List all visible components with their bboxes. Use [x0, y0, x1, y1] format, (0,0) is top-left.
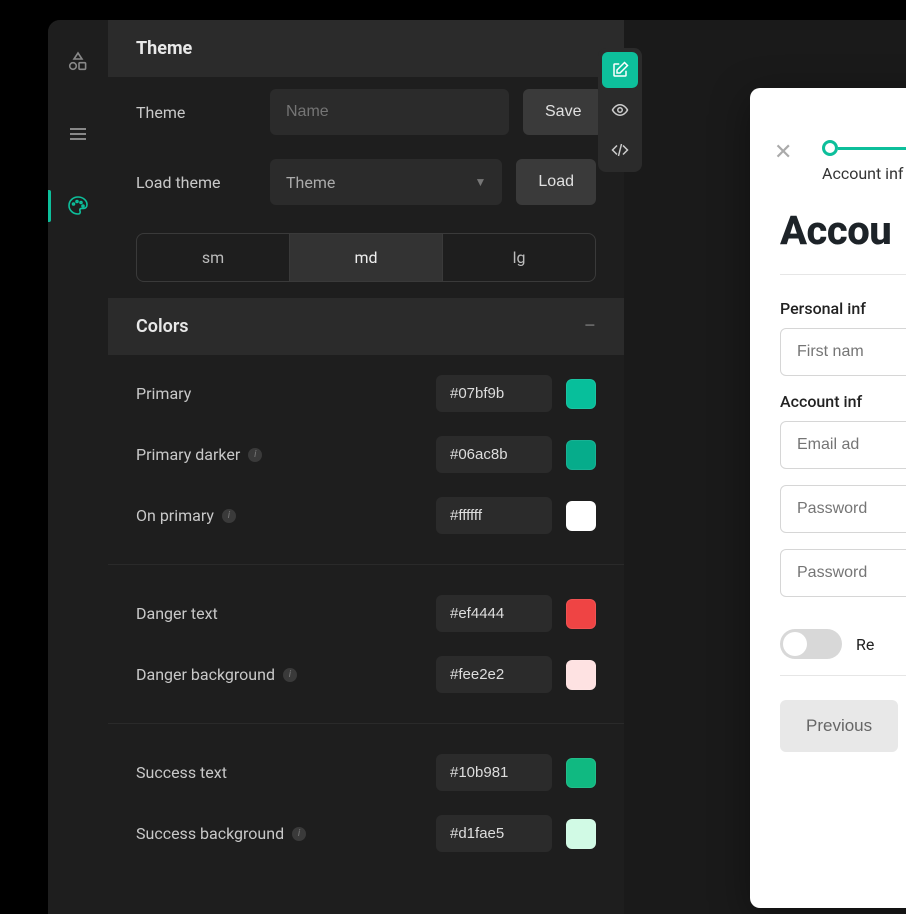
nav-rail: [48, 20, 108, 914]
stepper-label: Account inf: [822, 164, 906, 183]
color-label: On primaryi: [136, 506, 422, 525]
load-theme-row: Load theme Theme ▼ Load: [108, 147, 624, 217]
color-row: On primaryi: [108, 485, 624, 546]
password-confirm-input[interactable]: [780, 549, 906, 597]
stepper-line: [838, 147, 906, 150]
preview-card: ✕ Account inf Accou Personal inf Account…: [750, 88, 906, 908]
color-label: Success text: [136, 763, 422, 782]
color-hex-input[interactable]: [436, 436, 552, 473]
color-hex-input[interactable]: [436, 497, 552, 534]
color-row: Primary: [108, 363, 624, 424]
previous-button[interactable]: Previous: [780, 700, 898, 752]
eye-icon: [611, 101, 629, 119]
size-lg[interactable]: lg: [442, 234, 595, 281]
color-swatch[interactable]: [566, 819, 596, 849]
color-row: Success text: [108, 742, 624, 803]
nav-theme[interactable]: [48, 184, 108, 228]
info-icon[interactable]: i: [222, 509, 236, 523]
color-hex-input[interactable]: [436, 656, 552, 693]
info-icon[interactable]: i: [283, 668, 297, 682]
email-input[interactable]: [780, 421, 906, 469]
color-label: Danger backgroundi: [136, 665, 422, 684]
view-toolbar: [598, 48, 642, 172]
theme-name-input[interactable]: [270, 89, 509, 135]
color-group-divider: [108, 723, 624, 724]
color-swatch[interactable]: [566, 758, 596, 788]
remember-toggle[interactable]: [780, 629, 842, 659]
stepper: [822, 140, 906, 156]
theme-panel: Theme Theme Save Load theme Theme ▼ Load…: [108, 20, 624, 914]
first-name-input[interactable]: [780, 328, 906, 376]
color-swatch[interactable]: [566, 660, 596, 690]
palette-icon: [66, 194, 90, 218]
load-theme-select[interactable]: Theme ▼: [270, 159, 502, 205]
color-row: Danger text: [108, 583, 624, 644]
color-swatch[interactable]: [566, 379, 596, 409]
code-icon: [611, 141, 629, 159]
color-row: Danger backgroundi: [108, 644, 624, 705]
size-sm[interactable]: sm: [137, 234, 289, 281]
load-theme-placeholder: Theme: [286, 173, 335, 192]
color-row: Success backgroundi: [108, 803, 624, 864]
preview-heading: Accou: [780, 207, 906, 254]
color-row: Primary darkeri: [108, 424, 624, 485]
panel-title: Theme: [108, 20, 624, 77]
load-theme-label: Load theme: [136, 173, 256, 192]
password-input[interactable]: [780, 485, 906, 533]
minus-icon: −: [583, 314, 596, 339]
size-segment: sm md lg: [136, 233, 596, 282]
info-icon[interactable]: i: [292, 827, 306, 841]
menu-icon: [66, 122, 90, 146]
load-button[interactable]: Load: [516, 159, 596, 205]
account-section-label: Account inf: [780, 392, 906, 411]
theme-name-row: Theme Save: [108, 77, 624, 147]
color-label: Success backgroundi: [136, 824, 422, 843]
size-md[interactable]: md: [289, 234, 442, 281]
edit-mode-button[interactable]: [602, 52, 638, 88]
remember-label: Re: [856, 635, 874, 654]
preview-divider-2: [780, 675, 906, 676]
nav-shapes[interactable]: [48, 40, 108, 84]
color-hex-input[interactable]: [436, 754, 552, 791]
color-label: Danger text: [136, 604, 422, 623]
personal-section-label: Personal inf: [780, 299, 906, 318]
theme-name-label: Theme: [136, 103, 256, 122]
close-icon[interactable]: ✕: [774, 140, 792, 165]
color-swatch[interactable]: [566, 440, 596, 470]
preview-divider: [780, 274, 906, 275]
color-label: Primary darkeri: [136, 445, 422, 464]
color-hex-input[interactable]: [436, 815, 552, 852]
edit-icon: [611, 61, 629, 79]
save-button[interactable]: Save: [523, 89, 603, 135]
nav-menu[interactable]: [48, 112, 108, 156]
color-group-divider: [108, 564, 624, 565]
info-icon[interactable]: i: [248, 448, 262, 462]
preview-mode-button[interactable]: [602, 92, 638, 128]
color-hex-input[interactable]: [436, 375, 552, 412]
color-label: Primary: [136, 384, 422, 403]
colors-section-title: Colors: [136, 316, 189, 337]
shapes-icon: [66, 50, 90, 74]
stepper-dot-active: [822, 140, 838, 156]
code-mode-button[interactable]: [602, 132, 638, 168]
chevron-down-icon: ▼: [475, 175, 487, 189]
color-swatch[interactable]: [566, 599, 596, 629]
colors-section-header[interactable]: Colors −: [108, 298, 624, 355]
color-hex-input[interactable]: [436, 595, 552, 632]
color-swatch[interactable]: [566, 501, 596, 531]
